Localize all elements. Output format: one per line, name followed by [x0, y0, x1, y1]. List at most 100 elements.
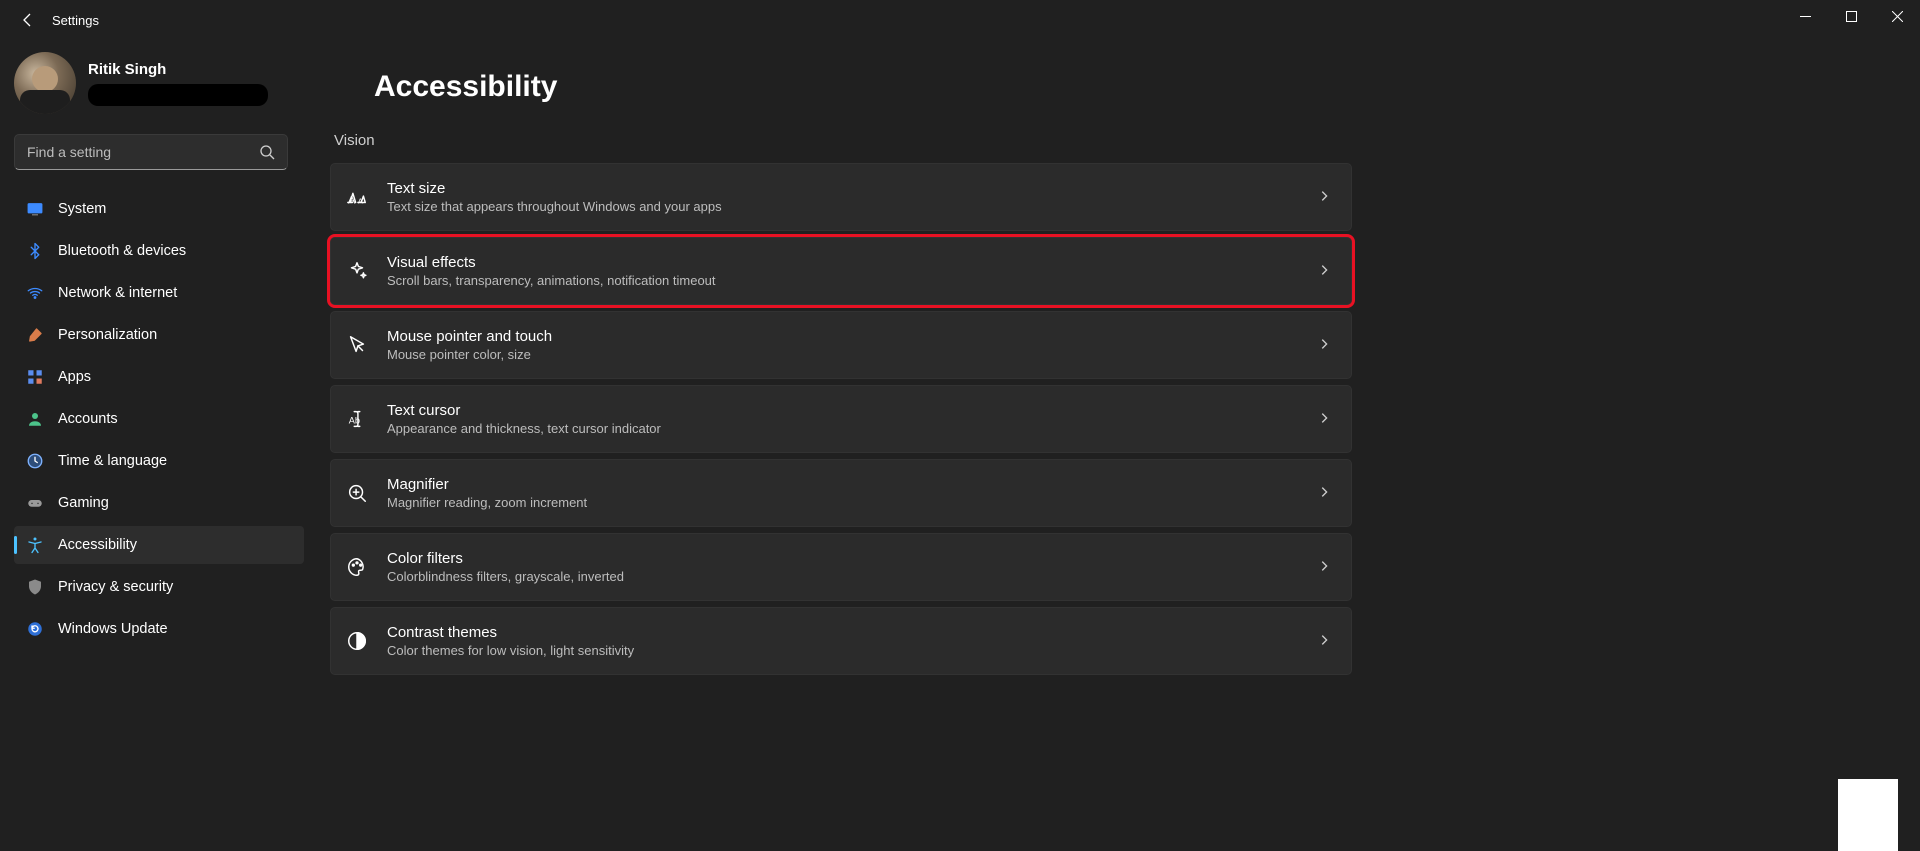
- person-icon: [26, 410, 44, 428]
- nav-item-bluetooth-devices[interactable]: Bluetooth & devices: [14, 232, 304, 270]
- search-input[interactable]: [27, 144, 259, 160]
- nav-item-system[interactable]: System: [14, 190, 304, 228]
- profile[interactable]: Ritik Singh: [14, 50, 304, 116]
- card-title: Contrast themes: [387, 624, 1299, 641]
- nav: System Bluetooth & devices Network & int…: [14, 190, 304, 648]
- wifi-icon: [26, 284, 44, 302]
- window-title: Settings: [52, 13, 99, 28]
- maximize-icon: [1846, 11, 1857, 22]
- apps-icon: [26, 368, 44, 386]
- minimize-icon: [1800, 11, 1811, 22]
- card-title: Text cursor: [387, 402, 1299, 419]
- card-title: Mouse pointer and touch: [387, 328, 1299, 345]
- chevron-right-icon: [1317, 633, 1331, 650]
- profile-text: Ritik Singh: [88, 61, 268, 106]
- system-icon: [26, 200, 44, 218]
- nav-item-label: Network & internet: [58, 285, 177, 301]
- chevron-right-icon: [1317, 189, 1331, 206]
- pointer-icon: [345, 333, 369, 357]
- update-icon: [26, 620, 44, 638]
- nav-item-time-language[interactable]: Time & language: [14, 442, 304, 480]
- sidebar: Ritik Singh System Bluetooth & devices N…: [0, 50, 304, 648]
- card-texts: Text cursor Appearance and thickness, te…: [387, 402, 1299, 436]
- card-desc: Text size that appears throughout Window…: [387, 199, 1299, 214]
- nav-item-gaming[interactable]: Gaming: [14, 484, 304, 522]
- card-title: Color filters: [387, 550, 1299, 567]
- window-controls: [1782, 0, 1920, 32]
- accessibility-icon: [26, 536, 44, 554]
- minimize-button[interactable]: [1782, 0, 1828, 32]
- card-texts: Magnifier Magnifier reading, zoom increm…: [387, 476, 1299, 510]
- nav-item-label: Apps: [58, 369, 91, 385]
- nav-item-personalization[interactable]: Personalization: [14, 316, 304, 354]
- back-arrow-icon: [20, 12, 36, 28]
- nav-item-apps[interactable]: Apps: [14, 358, 304, 396]
- card-desc: Scroll bars, transparency, animations, n…: [387, 273, 1299, 288]
- magnifier-icon: [345, 481, 369, 505]
- avatar: [14, 52, 76, 114]
- nav-item-windows-update[interactable]: Windows Update: [14, 610, 304, 648]
- settings-cards: AA Text size Text size that appears thro…: [330, 163, 1352, 675]
- maximize-button[interactable]: [1828, 0, 1874, 32]
- bluetooth-icon: [26, 242, 44, 260]
- card-texts: Mouse pointer and touch Mouse pointer co…: [387, 328, 1299, 362]
- nav-item-label: Gaming: [58, 495, 109, 511]
- brush-icon: [26, 326, 44, 344]
- setting-card-contrast-themes[interactable]: Contrast themes Color themes for low vis…: [330, 607, 1352, 675]
- search-icon: [259, 144, 275, 160]
- sparkle-icon: [345, 259, 369, 283]
- chevron-right-icon: [1317, 559, 1331, 576]
- nav-item-label: Windows Update: [58, 621, 168, 637]
- nav-item-privacy-security[interactable]: Privacy & security: [14, 568, 304, 606]
- chevron-right-icon: [1317, 485, 1331, 502]
- nav-item-label: Privacy & security: [58, 579, 173, 595]
- section-label: Vision: [334, 132, 1920, 149]
- nav-item-label: Accounts: [58, 411, 118, 427]
- setting-card-color-filters[interactable]: Color filters Colorblindness filters, gr…: [330, 533, 1352, 601]
- svg-text:A: A: [358, 196, 363, 205]
- setting-card-magnifier[interactable]: Magnifier Magnifier reading, zoom increm…: [330, 459, 1352, 527]
- setting-card-mouse-pointer-and-touch[interactable]: Mouse pointer and touch Mouse pointer co…: [330, 311, 1352, 379]
- card-desc: Colorblindness filters, grayscale, inver…: [387, 569, 1299, 584]
- setting-card-text-size[interactable]: AA Text size Text size that appears thro…: [330, 163, 1352, 231]
- nav-item-network-internet[interactable]: Network & internet: [14, 274, 304, 312]
- nav-item-accounts[interactable]: Accounts: [14, 400, 304, 438]
- contrast-icon: [345, 629, 369, 653]
- search-box[interactable]: [14, 134, 288, 170]
- nav-item-accessibility[interactable]: Accessibility: [14, 526, 304, 564]
- card-title: Text size: [387, 180, 1299, 197]
- main: Accessibility Vision AA Text size Text s…: [330, 70, 1920, 851]
- card-desc: Color themes for low vision, light sensi…: [387, 643, 1299, 658]
- nav-item-label: Personalization: [58, 327, 157, 343]
- card-texts: Contrast themes Color themes for low vis…: [387, 624, 1299, 658]
- chevron-right-icon: [1317, 263, 1331, 280]
- shield-icon: [26, 578, 44, 596]
- setting-card-visual-effects[interactable]: Visual effects Scroll bars, transparency…: [330, 237, 1352, 305]
- card-title: Visual effects: [387, 254, 1299, 271]
- svg-text:Ab: Ab: [349, 416, 360, 426]
- close-button[interactable]: [1874, 0, 1920, 32]
- card-texts: Color filters Colorblindness filters, gr…: [387, 550, 1299, 584]
- card-desc: Mouse pointer color, size: [387, 347, 1299, 362]
- page-title: Accessibility: [374, 70, 1920, 104]
- close-icon: [1892, 11, 1903, 22]
- text-cursor-icon: Ab: [345, 407, 369, 431]
- text-size-icon: AA: [345, 185, 369, 209]
- profile-email-redacted: [88, 84, 268, 106]
- nav-item-label: System: [58, 201, 106, 217]
- gamepad-icon: [26, 494, 44, 512]
- card-desc: Magnifier reading, zoom increment: [387, 495, 1299, 510]
- clock-icon: [26, 452, 44, 470]
- profile-name: Ritik Singh: [88, 61, 268, 78]
- setting-card-text-cursor[interactable]: Ab Text cursor Appearance and thickness,…: [330, 385, 1352, 453]
- palette-icon: [345, 555, 369, 579]
- card-desc: Appearance and thickness, text cursor in…: [387, 421, 1299, 436]
- titlebar: Settings: [0, 0, 1920, 40]
- svg-text:A: A: [348, 194, 356, 206]
- white-overlay-square: [1838, 779, 1898, 851]
- nav-item-label: Time & language: [58, 453, 167, 469]
- card-texts: Text size Text size that appears through…: [387, 180, 1299, 214]
- chevron-right-icon: [1317, 411, 1331, 428]
- back-button[interactable]: [14, 6, 42, 34]
- chevron-right-icon: [1317, 337, 1331, 354]
